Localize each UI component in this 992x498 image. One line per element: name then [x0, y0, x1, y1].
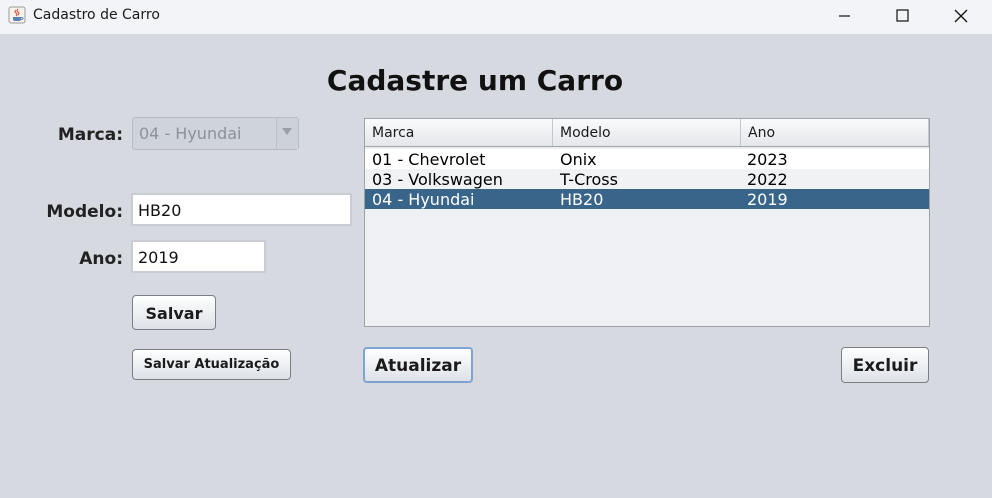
maximize-button[interactable]	[880, 0, 926, 32]
title-bar: Cadastro de Carro	[0, 0, 992, 34]
minimize-button[interactable]	[822, 0, 868, 32]
modelo-label: Modelo:	[46, 202, 123, 222]
salvar-button[interactable]: Salvar	[132, 295, 216, 330]
column-header-modelo[interactable]: Modelo	[553, 119, 741, 146]
page-title: Cadastre um Carro	[326, 64, 624, 97]
cell-marca: 03 - Volkswagen	[372, 170, 503, 189]
marca-select[interactable]: 04 - Hyundai	[132, 117, 299, 150]
close-icon	[954, 9, 968, 23]
table-row[interactable]: 01 - Chevrolet Onix 2023	[365, 149, 929, 169]
marca-label: Marca:	[57, 125, 123, 145]
cell-modelo: HB20	[560, 190, 604, 209]
java-app-icon	[8, 6, 26, 24]
marca-select-value: 04 - Hyundai	[139, 124, 242, 143]
ano-field[interactable]: 2019	[131, 240, 266, 273]
table-header: Marca Modelo Ano	[365, 119, 929, 147]
table-row-selected[interactable]: 04 - Hyundai HB20 2019	[365, 189, 929, 209]
column-header-marca[interactable]: Marca	[365, 119, 553, 146]
column-header-ano[interactable]: Ano	[741, 119, 929, 146]
excluir-button[interactable]: Excluir	[841, 347, 929, 383]
marca-dropdown-arrow[interactable]	[276, 118, 298, 149]
cell-marca: 01 - Chevrolet	[372, 150, 486, 169]
cell-modelo: Onix	[560, 150, 597, 169]
ano-label: Ano:	[79, 249, 123, 269]
chevron-down-icon	[282, 128, 292, 135]
minimize-icon	[839, 15, 850, 17]
modelo-field[interactable]: HB20	[131, 193, 352, 226]
window-title: Cadastro de Carro	[33, 7, 160, 23]
maximize-icon	[896, 9, 909, 22]
cell-modelo: T-Cross	[560, 170, 618, 189]
atualizar-button[interactable]: Atualizar	[363, 347, 473, 383]
cell-ano: 2022	[747, 170, 788, 189]
cell-marca: 04 - Hyundai	[372, 190, 475, 209]
carros-table[interactable]: Marca Modelo Ano 01 - Chevrolet Onix 202…	[364, 118, 930, 327]
form-panel: Cadastre um Carro Marca: 04 - Hyundai Mo…	[0, 34, 992, 498]
table-row[interactable]: 03 - Volkswagen T-Cross 2022	[365, 169, 929, 189]
cell-ano: 2019	[747, 190, 788, 209]
salvar-atualizacao-button[interactable]: Salvar Atualização	[132, 349, 291, 380]
cell-ano: 2023	[747, 150, 788, 169]
close-button[interactable]	[938, 0, 984, 32]
